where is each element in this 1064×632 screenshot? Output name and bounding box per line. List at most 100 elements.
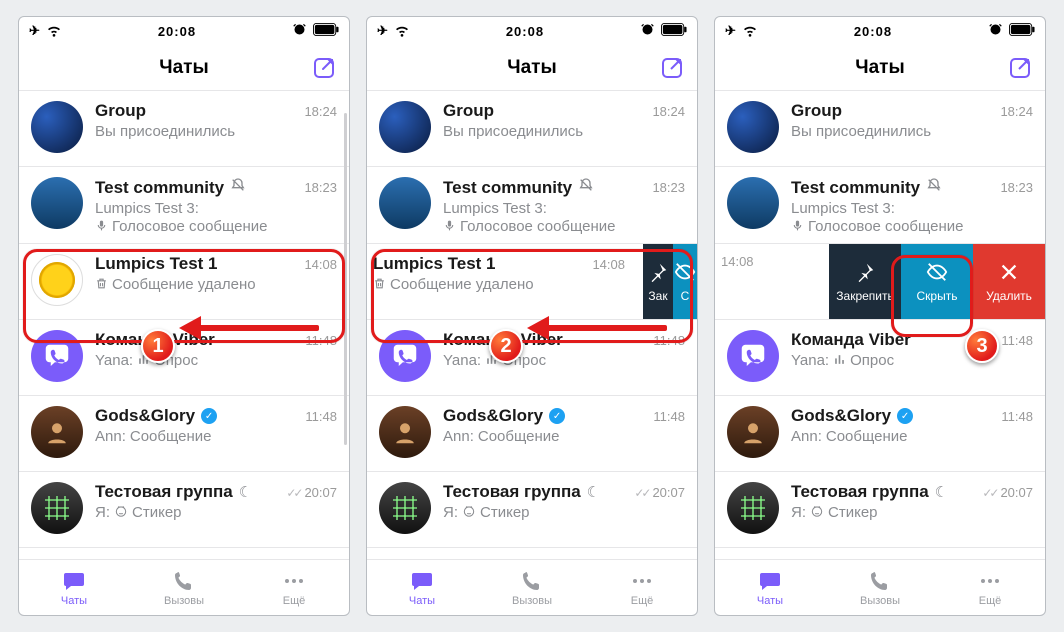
mic-icon	[443, 219, 456, 235]
chat-row[interactable]: Тестовая группа☾✓✓20:07 Я: Стикер	[367, 472, 697, 548]
chat-time: 11:48	[305, 333, 337, 348]
swipe-actions: Закрепить Скрыть Удалить	[829, 244, 1045, 319]
chat-list[interactable]: Group 18:24 Вы присоединились Test commu…	[19, 91, 349, 559]
airplane-mode-icon: ✈︎	[29, 23, 40, 39]
read-receipt-icon: ✓✓	[634, 486, 648, 500]
swipe-action-delete[interactable]: Удалить	[973, 244, 1045, 319]
tab-label: Ещё	[631, 595, 654, 607]
verified-badge-icon: ✓	[201, 408, 217, 424]
chat-subtitle-2: Голосовое сообщение	[791, 218, 1033, 235]
chat-row[interactable]: Команда Viber11:48 Yana: Опрос	[715, 320, 1045, 396]
tab-more[interactable]: Ещё	[587, 560, 697, 615]
swipe-action-hide[interactable]: С	[673, 244, 697, 319]
status-time: 20:08	[62, 24, 292, 39]
chat-row[interactable]: Gods&Glory ✓ 11:48 Ann: Сообщение	[19, 396, 349, 472]
chat-row[interactable]: Test community 18:23 Lumpics Test 3: Гол…	[367, 167, 697, 244]
avatar	[31, 482, 83, 534]
chat-row[interactable]: Group18:24 Вы присоединились	[367, 91, 697, 167]
chat-title: Gods&Glory	[443, 406, 543, 426]
chat-row[interactable]: Group 18:24 Вы присоединились	[19, 91, 349, 167]
status-time: 20:08	[410, 24, 640, 39]
battery-icon	[661, 23, 687, 39]
chat-subtitle: Ann: Сообщение	[443, 428, 685, 445]
phone-screenshot-2: ✈︎ 20:08 Чаты Group18:24 Вы присоединили…	[366, 16, 698, 616]
tab-label: Ещё	[979, 595, 1002, 607]
tab-label: Вызовы	[512, 595, 552, 607]
tab-more[interactable]: Ещё	[239, 560, 349, 615]
chat-subtitle-2: Голосовое сообщение	[95, 218, 337, 235]
chat-time: 11:48	[305, 409, 337, 424]
tab-more[interactable]: Ещё	[935, 560, 1045, 615]
page-title: Чаты	[507, 57, 556, 79]
verified-badge-icon: ✓	[549, 408, 565, 424]
status-bar: ✈︎ 20:08	[715, 17, 1045, 45]
chat-subtitle: Lumpics Test 3:	[791, 200, 1033, 217]
swipe-action-hide[interactable]: Скрыть	[901, 244, 973, 319]
chat-row[interactable]: Тестовая группа☾✓✓20:07 Я: Стикер	[715, 472, 1045, 548]
chat-title: Команда Viber	[791, 330, 911, 350]
chat-title: Тестовая группа	[443, 482, 581, 502]
chat-time: 11:48	[1001, 409, 1033, 424]
compose-button[interactable]	[1005, 53, 1035, 83]
read-receipt-icon: ✓✓	[982, 486, 996, 500]
chat-time: 18:24	[304, 104, 337, 119]
avatar	[379, 177, 431, 229]
tab-calls[interactable]: Вызовы	[477, 560, 587, 615]
chat-row[interactable]: Команда Viber 11:48 Yana: Опрос	[19, 320, 349, 396]
chat-row-swiped-full[interactable]: 14:08 Закрепить Скрыть Удалить	[715, 244, 1045, 320]
compose-button[interactable]	[657, 53, 687, 83]
tab-bar: Чаты Вызовы Ещё	[715, 559, 1045, 615]
chat-title: Test community	[95, 178, 224, 198]
airplane-mode-icon: ✈︎	[725, 23, 736, 39]
chat-row[interactable]: Команда Viber11:48 Yana: Опрос	[367, 320, 697, 396]
step-badge: 3	[965, 329, 999, 363]
chat-title: Lumpics Test 1	[373, 254, 496, 274]
muted-icon	[230, 177, 246, 198]
chat-subtitle: Lumpics Test 3:	[95, 200, 337, 217]
chat-row[interactable]: Test community18:23 Lumpics Test 3: Голо…	[715, 167, 1045, 244]
action-label: Закрепить	[836, 289, 893, 303]
battery-icon	[313, 23, 339, 39]
chat-subtitle: Ann: Сообщение	[791, 428, 1033, 445]
chat-time: 18:23	[652, 180, 685, 195]
swipe-action-pin[interactable]: Зак	[643, 244, 673, 319]
swipe-action-pin[interactable]: Закрепить	[829, 244, 901, 319]
tab-chats[interactable]: Чаты	[19, 560, 129, 615]
tab-calls[interactable]: Вызовы	[129, 560, 239, 615]
compose-button[interactable]	[309, 53, 339, 83]
chat-row[interactable]: Gods&Glory ✓ 11:48 Ann: Сообщение	[367, 396, 697, 472]
mic-icon	[791, 219, 804, 235]
chat-title: Group	[95, 101, 146, 121]
avatar	[31, 406, 83, 458]
chat-subtitle: Я: Стикер	[95, 504, 337, 521]
chat-row[interactable]: Test community 18:23 Lumpics Test 3: Гол…	[19, 167, 349, 244]
chat-subtitle: Yana: Опрос	[443, 352, 685, 369]
chat-list[interactable]: Group18:24 Вы присоединились Test commun…	[367, 91, 697, 559]
tab-chats[interactable]: Чаты	[715, 560, 825, 615]
trash-icon	[373, 277, 386, 293]
avatar	[727, 177, 779, 229]
chat-list[interactable]: Group18:24 Вы присоединились Test commun…	[715, 91, 1045, 559]
wifi-icon	[394, 22, 410, 41]
avatar	[31, 254, 83, 306]
alarm-icon	[292, 22, 307, 40]
chat-title: Тестовая группа	[95, 482, 233, 502]
tab-calls[interactable]: Вызовы	[825, 560, 935, 615]
chat-subtitle: Я: Стикер	[791, 504, 1033, 521]
muted-icon	[578, 177, 594, 198]
chat-subtitle: Lumpics Test 3:	[443, 200, 685, 217]
chat-title: Gods&Glory	[791, 406, 891, 426]
tab-label: Вызовы	[164, 595, 204, 607]
tab-chats[interactable]: Чаты	[367, 560, 477, 615]
chat-time: 18:24	[1000, 104, 1033, 119]
chat-title: Тестовая группа	[791, 482, 929, 502]
chat-row-highlight[interactable]: Lumpics Test 1 14:08 Сообщение удалено	[19, 244, 349, 320]
chat-time: 18:23	[1000, 180, 1033, 195]
avatar	[31, 330, 83, 382]
chat-row[interactable]: Gods&Glory✓11:48 Ann: Сообщение	[715, 396, 1045, 472]
scrollbar[interactable]	[344, 113, 347, 445]
chat-time: 11:48	[653, 409, 685, 424]
chat-row[interactable]: Group18:24 Вы присоединились	[715, 91, 1045, 167]
chat-row[interactable]: Тестовая группа ☾ ✓✓20:07 Я: Стикер	[19, 472, 349, 548]
chat-row-swiped[interactable]: Lumpics Test 114:08 Сообщение удалено За…	[367, 244, 697, 320]
